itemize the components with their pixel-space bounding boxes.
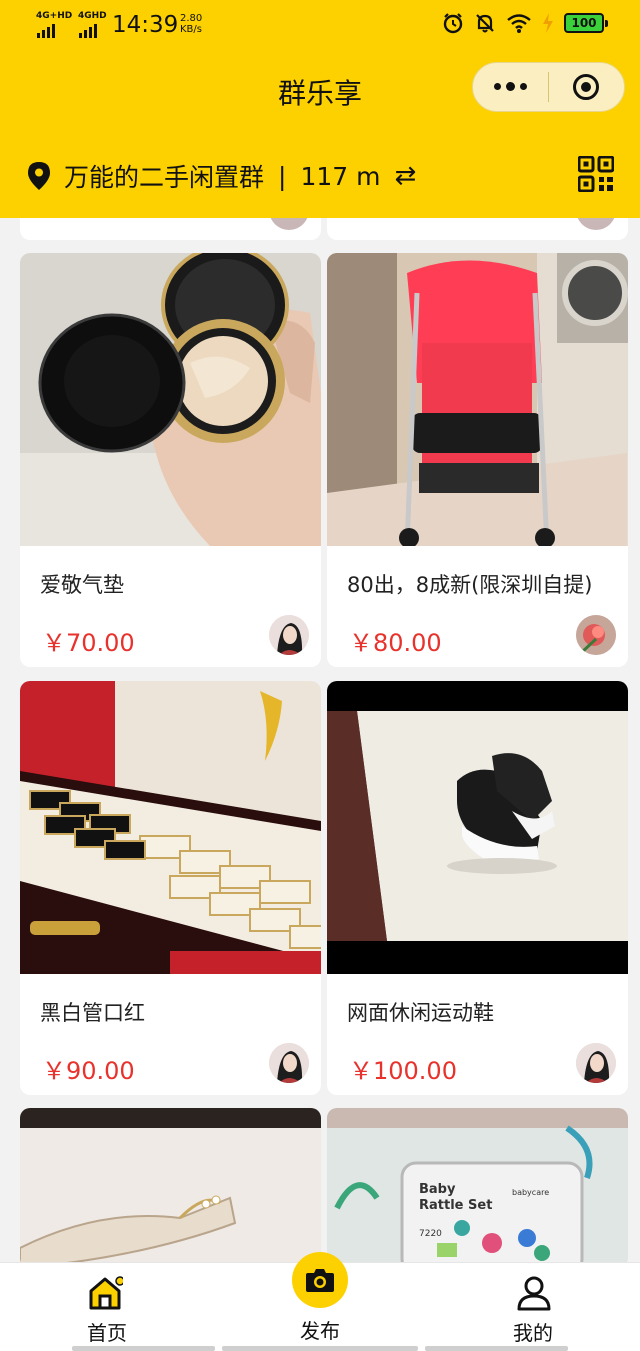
box-brand: babycare <box>512 1188 549 1197</box>
product-card[interactable] <box>20 1108 321 1268</box>
tab-home[interactable]: 首页 <box>60 1263 154 1351</box>
network-type: 4G+HD <box>36 11 73 21</box>
product-name: 80出，8成新(限深圳自提) <box>347 573 593 597</box>
clock: 14:39 <box>112 12 179 38</box>
group-location-bar[interactable]: 万能的二手闲置群 | 117 m ⇄ <box>28 156 416 196</box>
divider: | <box>278 161 287 191</box>
product-card[interactable]: Baby Rattle Set babycare 7220 <box>327 1108 628 1268</box>
charging-icon <box>543 13 553 33</box>
product-image[interactable] <box>20 253 321 546</box>
mute-bell-icon <box>476 14 494 33</box>
status-bar: 4G+HD 4GHD 14:39 2.80 KB/s 100 <box>0 0 640 52</box>
network-speed: 2.80 KB/s <box>180 13 202 35</box>
gesture-bar <box>425 1346 568 1351</box>
status-icons: 100 <box>442 12 608 34</box>
gesture-bar <box>72 1346 215 1351</box>
box-code: 7220 <box>419 1229 442 1239</box>
product-name: 网面休闲运动鞋 <box>347 1001 494 1025</box>
target-icon <box>573 74 600 100</box>
tab-me-label: 我的 <box>513 1321 553 1345</box>
product-image[interactable] <box>327 681 628 974</box>
product-name: 黑白管口红 <box>40 1001 145 1025</box>
location-pin-icon <box>28 162 50 190</box>
product-price: ￥70.00 <box>42 629 135 657</box>
switch-group-icon[interactable]: ⇄ <box>394 161 416 191</box>
camera-icon <box>306 1269 334 1292</box>
product-price: ￥90.00 <box>42 1057 135 1085</box>
dot-icon <box>520 83 527 90</box>
tab-publish-label: 发布 <box>300 1319 340 1343</box>
product-card[interactable]: 爱敬气垫 ￥70.00 <box>20 253 321 667</box>
home-icon <box>89 1276 123 1310</box>
close-miniprogram-button[interactable] <box>549 74 624 100</box>
product-card[interactable]: 80出，8成新(限深圳自提) ￥80.00 <box>327 253 628 667</box>
distance: 117 m <box>300 161 381 191</box>
publish-button[interactable] <box>292 1252 348 1308</box>
box-text: Rattle Set <box>419 1198 492 1213</box>
tab-me[interactable]: 我的 <box>486 1263 580 1351</box>
product-card[interactable]: 网面休闲运动鞋 ￥100.00 <box>327 681 628 1095</box>
box-text: Baby <box>419 1182 456 1197</box>
signal-icon <box>37 24 55 38</box>
more-menu-button[interactable] <box>473 82 548 91</box>
seller-avatar[interactable] <box>576 615 616 655</box>
wifi-icon <box>507 14 531 33</box>
seller-avatar[interactable] <box>269 615 309 655</box>
product-price: ￥100.00 <box>349 1057 457 1085</box>
product-name: 爱敬气垫 <box>40 573 124 597</box>
product-card[interactable]: 黑白管口红 ￥90.00 <box>20 681 321 1095</box>
product-image[interactable] <box>20 681 321 974</box>
signal-icon <box>79 24 97 38</box>
seller-avatar[interactable] <box>269 1043 309 1083</box>
dot-icon <box>494 83 501 90</box>
speed-unit: KB/s <box>180 24 202 35</box>
network-type: 4GHD <box>78 11 107 21</box>
dot-icon <box>506 82 515 91</box>
header: 4G+HD 4GHD 14:39 2.80 KB/s 100 群乐享 万能的二手… <box>0 0 640 218</box>
user-icon <box>517 1276 551 1311</box>
product-image[interactable] <box>20 1108 321 1268</box>
group-name: 万能的二手闲置群 <box>64 163 265 192</box>
product-image[interactable] <box>327 253 628 546</box>
product-price: ￥80.00 <box>349 629 442 657</box>
gesture-bar <box>222 1346 418 1351</box>
alarm-icon <box>443 13 463 34</box>
qr-code-icon[interactable] <box>578 156 614 192</box>
seller-avatar[interactable] <box>576 1043 616 1083</box>
miniprogram-capsule <box>472 62 625 112</box>
speed-value: 2.80 <box>180 13 203 24</box>
product-image[interactable]: Baby Rattle Set babycare 7220 <box>327 1108 628 1268</box>
tab-home-label: 首页 <box>87 1321 127 1345</box>
battery-indicator: 100 <box>564 13 608 33</box>
